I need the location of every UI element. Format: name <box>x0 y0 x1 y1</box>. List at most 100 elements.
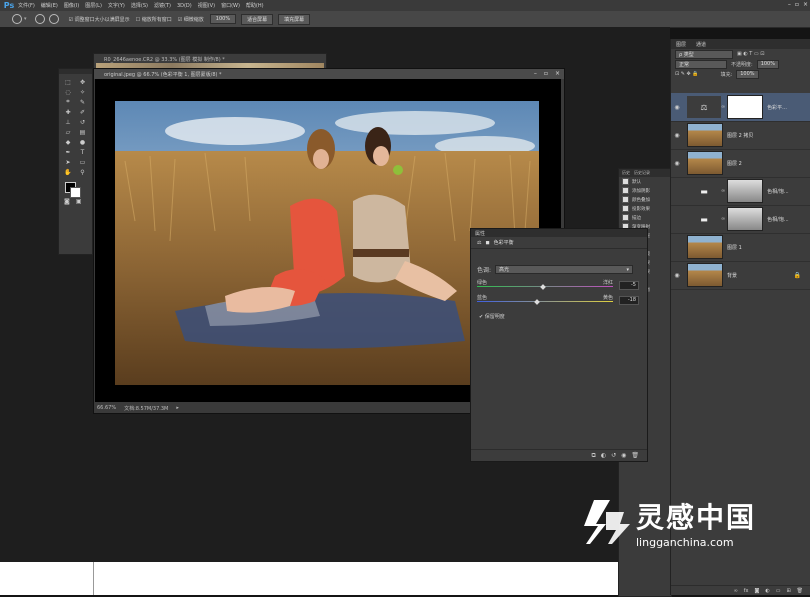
doc-size[interactable]: 文档:8.57M/37.3M <box>124 405 168 412</box>
resize-windows-checkbox[interactable]: ☑ 调整窗口大小以满屏显示 <box>69 16 130 23</box>
menu-window[interactable]: 窗口(W) <box>221 2 240 9</box>
layer-row[interactable]: ◉ ⚖ ∞ 色彩平... <box>671 93 810 122</box>
blur-tool-icon[interactable]: ◆ <box>62 138 74 146</box>
zoom-out-icon[interactable] <box>48 14 59 24</box>
clip-icon[interactable]: ⧉ <box>592 452 596 460</box>
fit-screen-button[interactable]: 适合屏幕 <box>241 13 274 25</box>
eraser-tool-icon[interactable]: ▱ <box>62 128 74 136</box>
menu-file[interactable]: 文件(F) <box>18 2 35 9</box>
list-item[interactable]: 添加阴影 <box>619 186 671 195</box>
quick-mask-icon[interactable]: ◙ <box>64 198 70 205</box>
list-item[interactable]: 描边 <box>619 213 671 222</box>
eye-icon[interactable]: ◉ <box>671 160 683 167</box>
layer-row[interactable]: ◉ 图层 2 拷贝 <box>671 121 810 150</box>
layer-row[interactable]: ▬ ∞ 色相/饱... <box>671 177 810 206</box>
layer-row[interactable]: ◉ 背景 🔒 <box>671 261 810 290</box>
move-tool-icon[interactable]: ✥ <box>77 78 89 86</box>
view-previous-icon[interactable]: ◐ <box>601 452 606 459</box>
tab-layers[interactable]: 图层 <box>671 41 691 48</box>
layer-kind-filter[interactable]: ρ 类型 <box>675 49 733 59</box>
layer-row[interactable]: ◉ 图层 2 <box>671 149 810 178</box>
fill-input[interactable]: 100% <box>736 69 759 79</box>
folder-icon[interactable]: ▭ <box>776 588 781 594</box>
slider2-value[interactable]: -18 <box>619 296 639 305</box>
color-swatches[interactable] <box>59 180 92 198</box>
tab-channels[interactable]: 通道 <box>691 41 711 48</box>
background-color-swatch[interactable] <box>70 187 81 198</box>
dodge-tool-icon[interactable]: ● <box>77 138 89 146</box>
filter-icons[interactable]: ▣ ◐ T ▭ ⊡ <box>737 51 764 57</box>
magic-wand-icon[interactable]: ✧ <box>77 88 89 96</box>
blue-yellow-slider[interactable] <box>477 301 613 302</box>
menu-filter[interactable]: 滤镜(T) <box>154 2 171 9</box>
trash-icon[interactable]: 🗑 <box>631 452 639 459</box>
stamp-tool-icon[interactable]: ⊥ <box>62 118 74 126</box>
blend-mode-select[interactable]: 正常 <box>675 59 727 69</box>
maximize-icon[interactable]: ▫ <box>795 1 799 8</box>
list-item[interactable]: 投影效果 <box>619 204 671 213</box>
dropdown-arrow-icon[interactable]: ▾ <box>24 16 27 22</box>
list-item[interactable]: 颜色叠加 <box>619 195 671 204</box>
list-item[interactable]: 默认 <box>619 177 671 186</box>
adjustment-layer-icon[interactable]: ◐ <box>765 588 769 594</box>
eyedropper-icon[interactable]: ✎ <box>77 98 89 106</box>
mask-thumbnail[interactable] <box>727 207 764 231</box>
hand-tool-icon[interactable]: ✋ <box>62 168 74 176</box>
tone-select[interactable]: 高光 ▾ <box>495 265 634 274</box>
menu-select[interactable]: 选择(S) <box>131 2 148 9</box>
zoom-in-icon[interactable] <box>34 14 45 24</box>
eye-icon[interactable]: ◉ <box>671 132 683 139</box>
lock-icons[interactable]: ⊡ ✎ ✥ 🔒 <box>675 71 699 77</box>
slider1-value[interactable]: -5 <box>619 281 639 290</box>
mask-icon[interactable]: ◼ <box>485 240 489 246</box>
reset-icon[interactable]: ↺ <box>611 452 616 459</box>
tab-properties[interactable]: 属性 <box>475 230 485 237</box>
mask-thumbnail[interactable] <box>727 179 764 203</box>
zoom-100-button[interactable]: 100% <box>209 14 237 24</box>
zoom-tool-icon[interactable]: ⚲ <box>77 168 89 176</box>
path-select-icon[interactable]: ➤ <box>62 158 74 166</box>
add-mask-icon[interactable]: ◙ <box>754 588 759 594</box>
fill-screen-button[interactable]: 填充屏幕 <box>278 13 311 25</box>
menu-edit[interactable]: 编辑(E) <box>41 2 58 9</box>
shape-tool-icon[interactable]: ▭ <box>77 158 89 166</box>
screen-mode-icon[interactable]: ▣ <box>76 198 82 205</box>
menu-type[interactable]: 文字(Y) <box>108 2 125 9</box>
menu-image[interactable]: 图像(I) <box>64 2 79 9</box>
type-tool-icon[interactable]: T <box>77 148 89 156</box>
doc-maximize-icon[interactable]: ▫ <box>544 70 548 77</box>
trash-icon[interactable]: 🗑 <box>797 588 803 594</box>
menu-layer[interactable]: 图层(L) <box>85 2 102 9</box>
status-arrow-icon[interactable]: ▸ <box>176 405 179 411</box>
history-brush-icon[interactable]: ↺ <box>77 118 89 126</box>
zoom-tool-icon[interactable] <box>12 14 22 24</box>
gradient-tool-icon[interactable]: ▤ <box>77 128 89 136</box>
brush-tool-icon[interactable]: ✐ <box>77 108 89 116</box>
minimize-icon[interactable]: – <box>788 1 791 8</box>
tab-history-log[interactable]: 历史记录 <box>634 170 650 176</box>
menu-help[interactable]: 帮助(H) <box>246 2 264 9</box>
layer-row[interactable]: ▬ ∞ 色相/饱... <box>671 205 810 234</box>
lasso-tool-icon[interactable]: ◌ <box>62 88 74 96</box>
marquee-tool-icon[interactable]: ⬚ <box>62 78 74 86</box>
link-layers-icon[interactable]: ∞ <box>734 588 738 594</box>
zoom-level[interactable]: 66.67% <box>97 405 116 411</box>
doc-minimize-icon[interactable]: – <box>534 70 537 77</box>
eye-icon[interactable]: ◉ <box>671 104 683 111</box>
zoom-all-checkbox[interactable]: ☐ 缩放所有窗口 <box>136 16 172 23</box>
eye-icon[interactable]: ◉ <box>671 272 683 279</box>
opacity-input[interactable]: 100% <box>756 59 779 69</box>
doc-close-icon[interactable]: × <box>555 70 560 77</box>
fx-icon[interactable]: fx <box>744 588 749 594</box>
pen-tool-icon[interactable]: ✒ <box>62 148 74 156</box>
visibility-icon[interactable]: ◉ <box>621 452 626 459</box>
healing-brush-icon[interactable]: ✚ <box>62 108 74 116</box>
menu-view[interactable]: 视图(V) <box>198 2 215 9</box>
layer-row[interactable]: 图层 1 <box>671 233 810 262</box>
document-tab[interactable]: original.jpeg @ 66.7% (色彩平衡 1, 图层蒙版/8) *… <box>94 69 564 79</box>
tab-history[interactable]: 历史 <box>622 170 630 176</box>
close-icon[interactable]: × <box>803 1 808 8</box>
menu-3d[interactable]: 3D(D) <box>177 3 192 9</box>
new-layer-icon[interactable]: ⊞ <box>786 588 790 594</box>
preserve-luminosity-checkbox[interactable]: ✔ 保留明度 <box>479 313 505 320</box>
